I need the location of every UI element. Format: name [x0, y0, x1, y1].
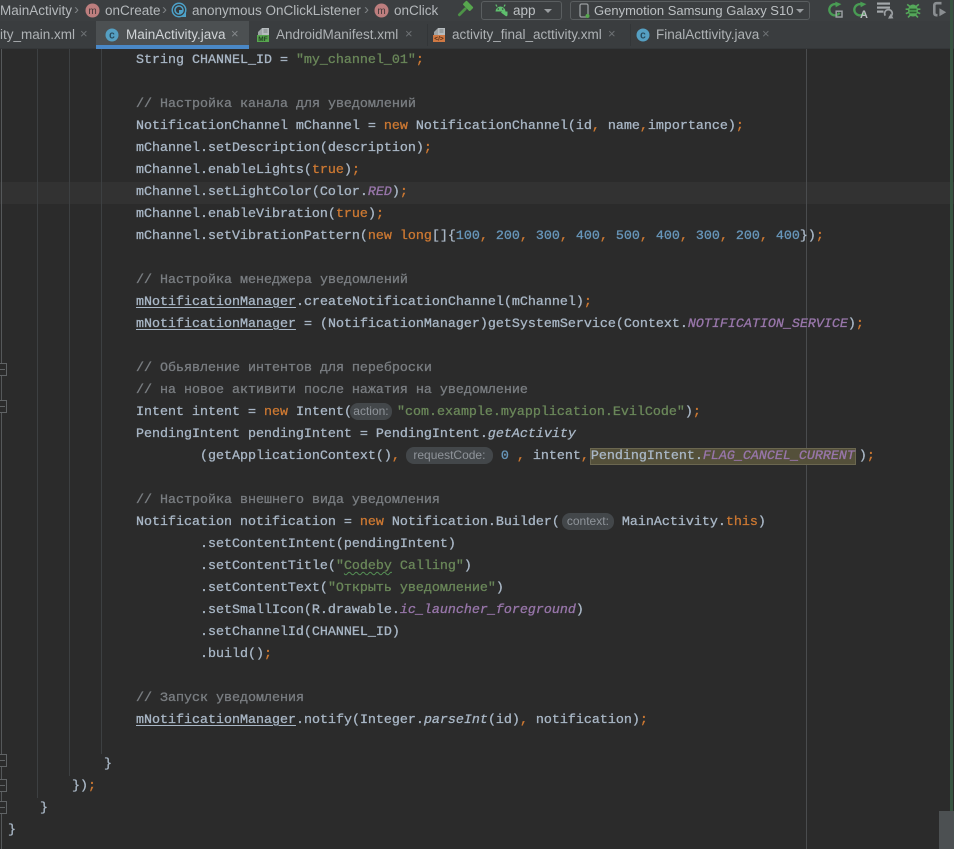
- svg-text:C: C: [640, 31, 646, 42]
- svg-text:A: A: [860, 9, 868, 19]
- svg-text:C: C: [109, 31, 115, 42]
- svg-text:m: m: [377, 6, 385, 17]
- svg-text:</>: </>: [434, 36, 444, 43]
- svg-text:MF: MF: [258, 36, 267, 43]
- svg-text:m: m: [88, 6, 96, 17]
